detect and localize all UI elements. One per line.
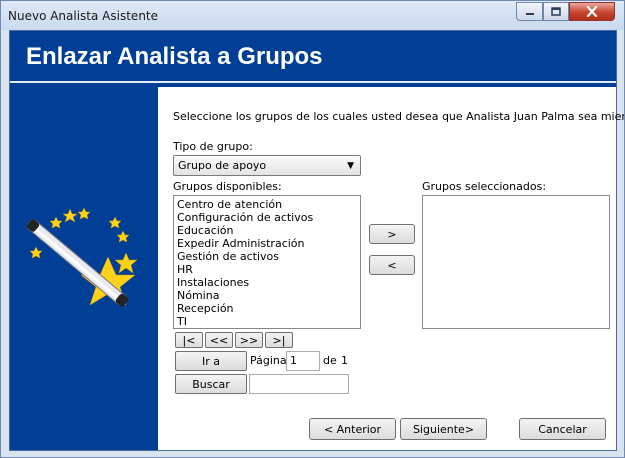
remove-group-button[interactable]: < bbox=[369, 255, 415, 275]
instructions-text: Seleccione los grupos de los cuales uste… bbox=[173, 110, 625, 123]
title-bar[interactable]: Nuevo Analista Asistente bbox=[1, 1, 624, 30]
next-page-button[interactable]: >> bbox=[235, 332, 263, 348]
list-item[interactable]: Instalaciones bbox=[177, 276, 357, 289]
available-groups-list[interactable]: Centro de atención Configuración de activ… bbox=[173, 195, 361, 329]
list-item[interactable]: Expedir Administración bbox=[177, 237, 357, 250]
close-button[interactable] bbox=[569, 2, 615, 21]
page-label: Página bbox=[250, 354, 287, 367]
window-title: Nuevo Analista Asistente bbox=[8, 9, 159, 23]
group-type-label: Tipo de grupo: bbox=[173, 140, 253, 153]
go-to-page-button[interactable]: Ir a bbox=[175, 351, 247, 371]
page-of-label: de bbox=[323, 354, 337, 367]
list-item[interactable]: Gestión de activos bbox=[177, 250, 357, 263]
list-item[interactable]: HR bbox=[177, 263, 357, 276]
group-type-select[interactable]: Grupo de apoyo ▼ bbox=[173, 155, 361, 176]
list-item[interactable]: Educación bbox=[177, 224, 357, 237]
wizard-body: Enlazar Analista a Grupos Seleccione los… bbox=[9, 30, 624, 451]
selected-groups-list[interactable] bbox=[422, 195, 610, 329]
list-item[interactable]: Configuración de activos bbox=[177, 211, 357, 224]
minimize-button[interactable] bbox=[516, 2, 543, 21]
dropdown-arrow-icon: ▼ bbox=[347, 161, 354, 171]
list-item[interactable]: TI bbox=[177, 315, 357, 328]
close-icon bbox=[586, 6, 598, 17]
prev-page-button[interactable]: << bbox=[205, 332, 233, 348]
back-button[interactable]: < Anterior bbox=[309, 418, 396, 440]
first-page-button[interactable]: |< bbox=[175, 332, 203, 348]
search-input[interactable] bbox=[249, 374, 349, 394]
total-pages-text: 1 bbox=[341, 354, 348, 367]
magic-wand-icon bbox=[26, 207, 138, 307]
available-groups-label: Grupos disponibles: bbox=[173, 180, 282, 193]
header-divider bbox=[10, 81, 616, 83]
wizard-window: Nuevo Analista Asistente Enlazar Analist… bbox=[0, 0, 625, 458]
group-type-value: Grupo de apoyo bbox=[178, 159, 267, 172]
list-item[interactable]: Recepción bbox=[177, 302, 357, 315]
next-button[interactable]: Siguiente> bbox=[400, 418, 487, 440]
list-item[interactable]: Nómina bbox=[177, 289, 357, 302]
maximize-button[interactable] bbox=[543, 2, 569, 21]
maximize-icon bbox=[551, 7, 561, 16]
content-panel: Seleccione los grupos de los cuales uste… bbox=[158, 87, 624, 450]
search-button[interactable]: Buscar bbox=[175, 374, 247, 394]
list-item[interactable]: Centro de atención bbox=[177, 198, 357, 211]
last-page-button[interactable]: >| bbox=[265, 332, 293, 348]
cancel-button[interactable]: Cancelar bbox=[519, 418, 606, 440]
minimize-icon bbox=[525, 12, 534, 15]
page-number-input[interactable]: 1 bbox=[286, 351, 320, 371]
page-title: Enlazar Analista a Grupos bbox=[26, 43, 323, 70]
add-group-button[interactable]: > bbox=[369, 224, 415, 244]
selected-groups-label: Grupos seleccionados: bbox=[422, 180, 547, 193]
